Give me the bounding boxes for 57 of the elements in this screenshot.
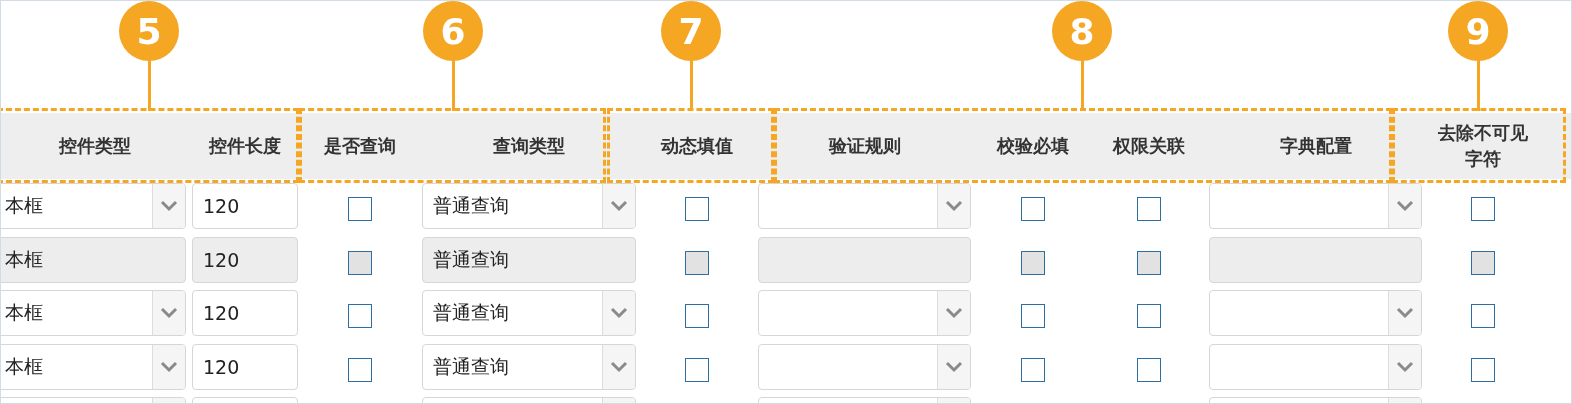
dropdown-field[interactable] (1209, 343, 1422, 390)
dropdown-field[interactable]: 普通查询 (422, 343, 636, 390)
column-header: 验证规则 (827, 133, 902, 158)
dropdown-field[interactable]: 本框 (1, 183, 186, 229)
column-header: 控件长度 (208, 133, 282, 158)
chevron-down-icon (945, 307, 963, 319)
checkbox[interactable] (685, 197, 709, 221)
checkbox[interactable] (1136, 357, 1161, 382)
number-badge: 6 (423, 1, 483, 61)
chevron-down-icon (1396, 200, 1414, 212)
dropdown-field[interactable]: 普通查询 (422, 183, 636, 229)
chevron-down-icon (610, 307, 628, 319)
checkbox[interactable] (348, 304, 372, 328)
chevron-down-icon (610, 200, 628, 212)
column-header: 校验必填 (995, 133, 1070, 158)
number-badge: 9 (1448, 1, 1508, 61)
column-header: 动态填值 (659, 133, 734, 158)
checkbox[interactable] (1136, 197, 1161, 221)
dropdown-field[interactable] (758, 183, 971, 229)
chevron-down-icon (945, 360, 963, 373)
checkbox[interactable] (1020, 304, 1045, 328)
number-badge: 5 (119, 1, 179, 61)
dropdown-field[interactable] (1209, 183, 1422, 229)
column-header: 控件类型 (58, 133, 132, 158)
chevron-down-icon (945, 200, 963, 212)
chevron-down-icon (160, 200, 178, 212)
checkbox[interactable] (348, 197, 372, 221)
dropdown-field[interactable]: 本框 (1, 343, 186, 390)
dropdown-field[interactable] (1209, 290, 1422, 336)
dropdown-field[interactable] (758, 343, 971, 390)
chevron-down-icon (160, 360, 178, 373)
checkbox[interactable] (1020, 197, 1045, 221)
number-badge: 7 (661, 1, 721, 61)
input-field[interactable]: 120 (192, 343, 298, 390)
column-header: 去除不可见字符 (1437, 120, 1529, 171)
checkbox[interactable] (685, 357, 709, 382)
checkbox[interactable] (348, 357, 372, 382)
checkbox[interactable] (685, 304, 709, 328)
column-header: 是否查询 (323, 133, 397, 158)
dropdown-field[interactable] (758, 290, 971, 336)
chevron-down-icon (1396, 307, 1414, 319)
chevron-down-icon (1396, 360, 1414, 373)
dropdown-field[interactable]: 本框 (1, 290, 186, 336)
checkbox[interactable] (1020, 357, 1045, 382)
checkbox[interactable] (1136, 304, 1161, 328)
chevron-down-icon (610, 360, 628, 373)
dropdown-field[interactable]: 普通查询 (422, 290, 636, 336)
column-header: 字典配置 (1278, 133, 1353, 158)
number-badge: 8 (1052, 1, 1112, 61)
column-header: 查询类型 (492, 133, 566, 158)
input-field[interactable]: 120 (192, 290, 298, 336)
column-header: 权限关联 (1111, 133, 1186, 158)
chevron-down-icon (160, 307, 178, 319)
input-field[interactable]: 120 (192, 183, 298, 229)
checkbox[interactable] (1471, 357, 1495, 382)
checkbox[interactable] (1471, 304, 1495, 328)
checkbox[interactable] (1471, 197, 1495, 221)
